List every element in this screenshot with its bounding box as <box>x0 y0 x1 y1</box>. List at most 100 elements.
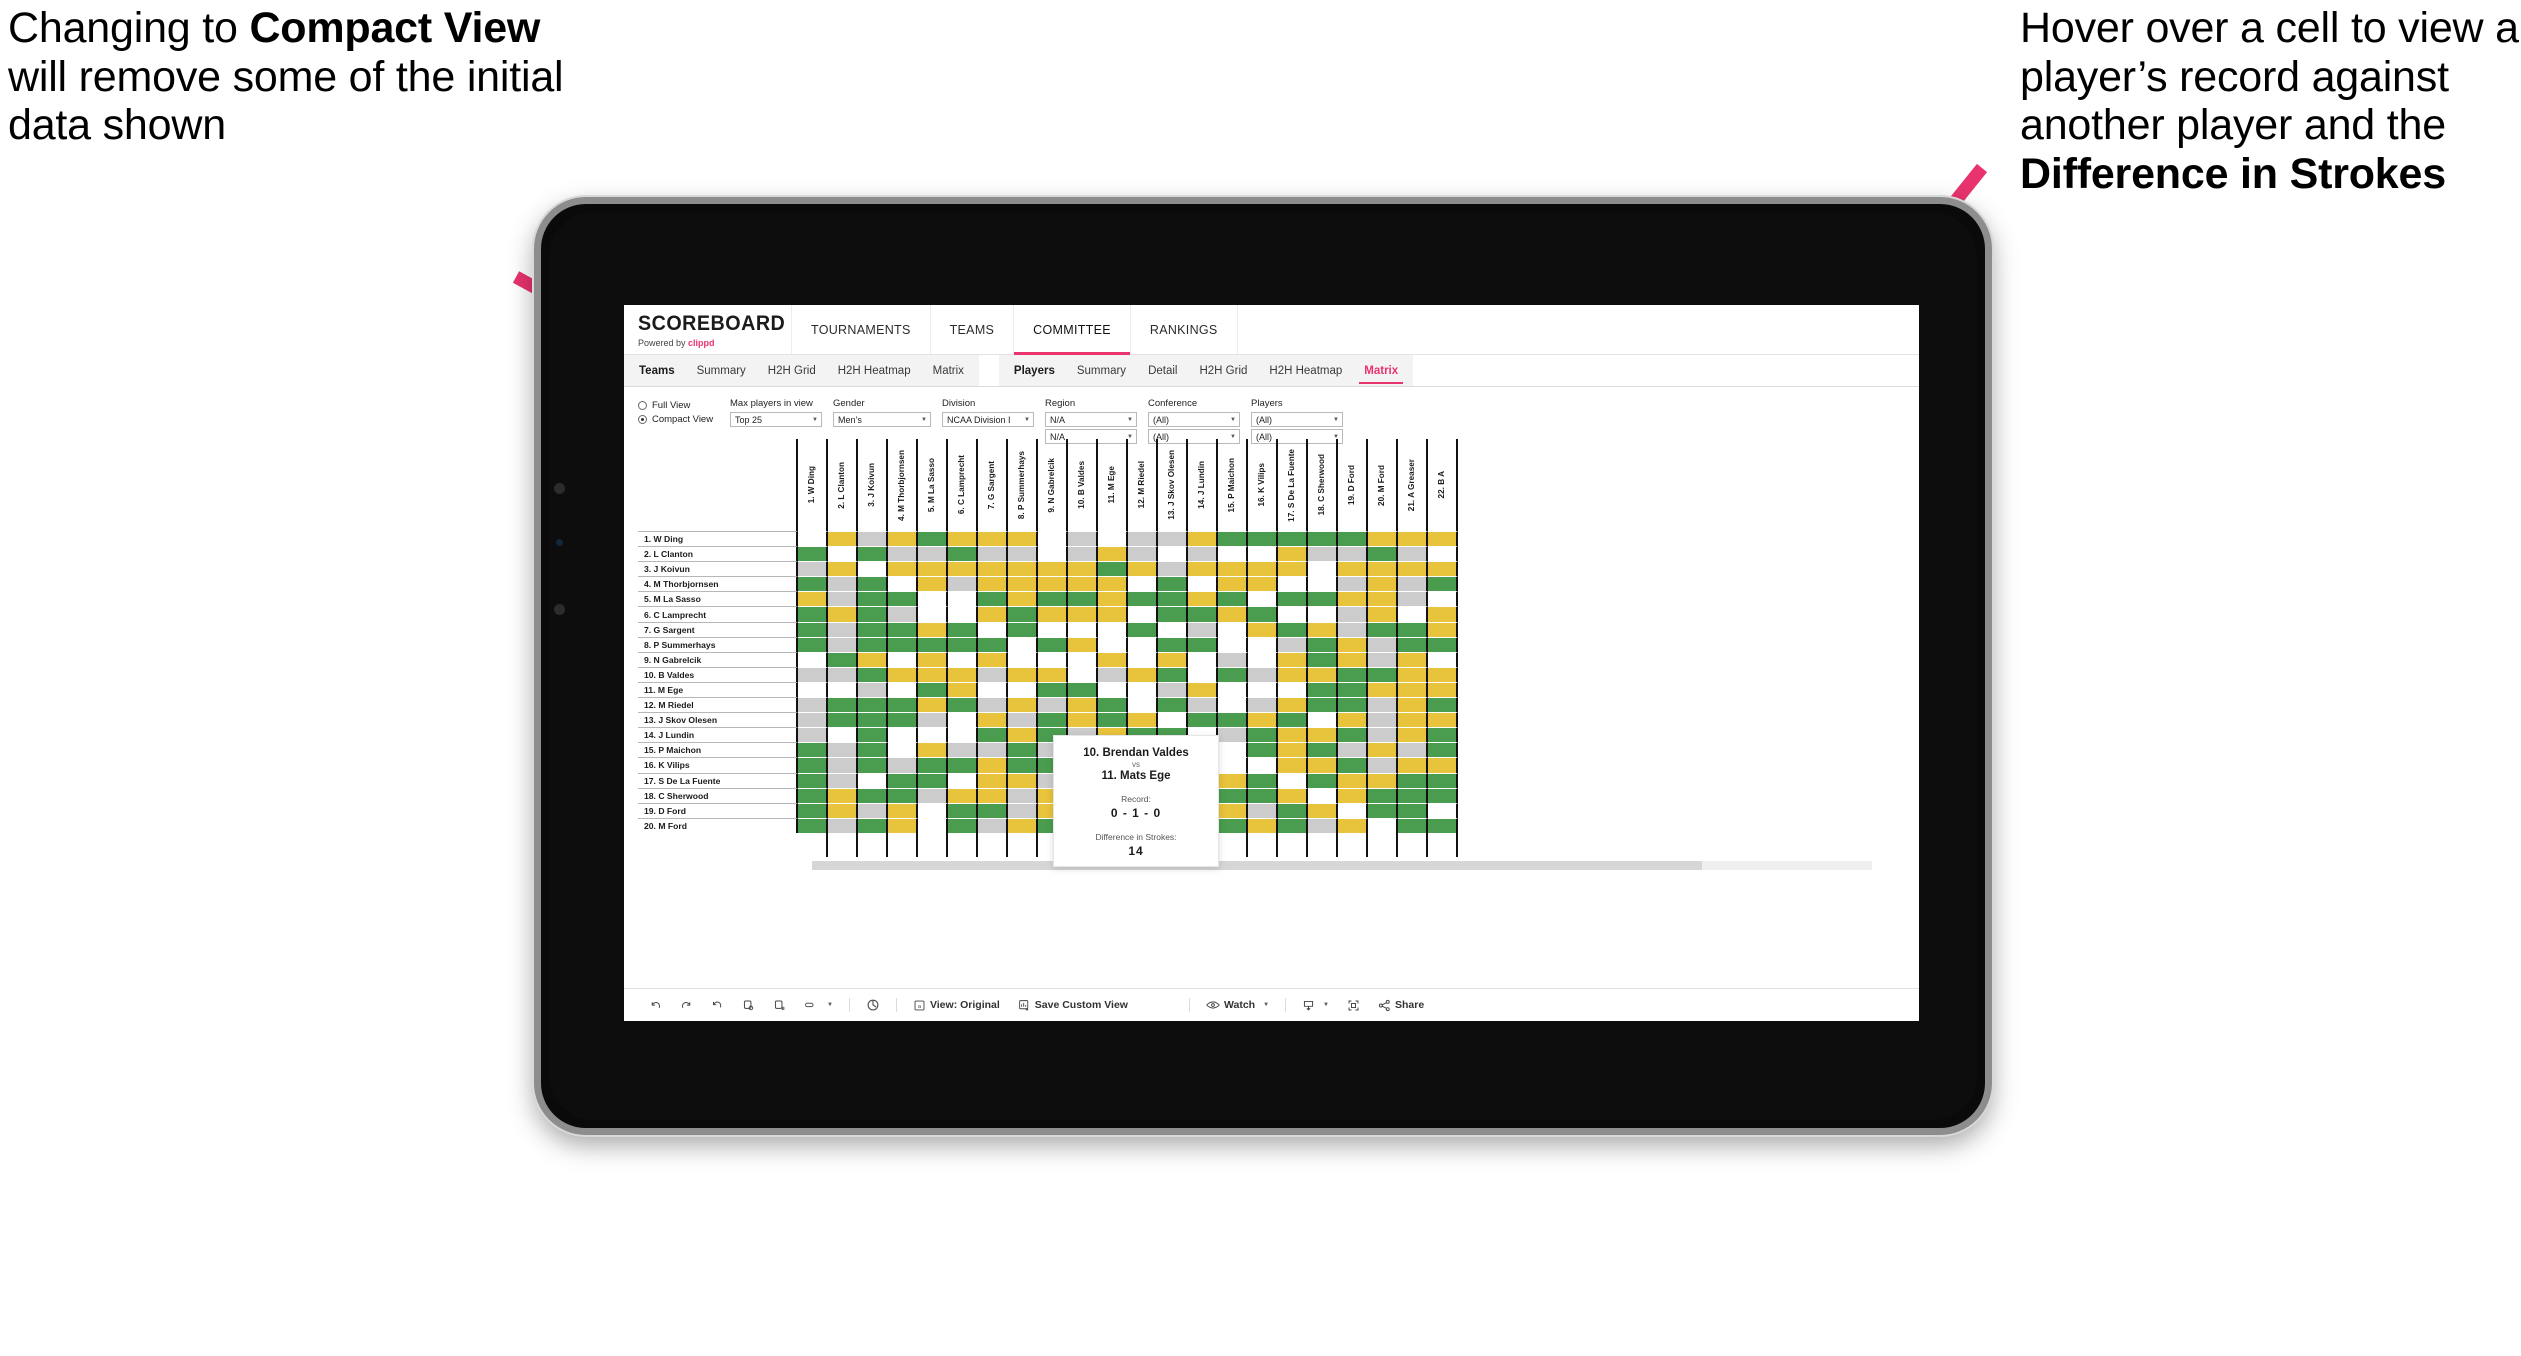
matrix-cell[interactable] <box>1008 817 1038 833</box>
matrix-cell[interactable] <box>1188 621 1218 637</box>
matrix-cell[interactable] <box>858 802 888 818</box>
brand-logo[interactable]: SCOREBOARD Powered by clippd <box>624 305 792 354</box>
matrix-cell[interactable] <box>1128 651 1158 667</box>
matrix-cell[interactable] <box>828 531 858 547</box>
matrix-cell[interactable] <box>1398 636 1428 652</box>
matrix-cell[interactable] <box>1248 681 1278 698</box>
matrix-cell[interactable] <box>1338 606 1368 622</box>
matrix-cell[interactable] <box>1158 712 1188 728</box>
matrix-cell[interactable] <box>1398 712 1428 728</box>
radio-full-view[interactable]: Full View <box>638 400 730 411</box>
matrix-cell[interactable] <box>858 712 888 728</box>
matrix-cell[interactable] <box>1338 802 1368 818</box>
matrix-cell[interactable] <box>1398 727 1428 743</box>
matrix-cell[interactable] <box>1008 546 1038 562</box>
matrix-cell[interactable] <box>1008 727 1038 743</box>
matrix-cell[interactable] <box>1338 531 1368 547</box>
matrix-cell[interactable] <box>1428 666 1458 682</box>
matrix-cell[interactable] <box>1338 546 1368 562</box>
matrix-cell[interactable] <box>1398 757 1428 773</box>
matrix-cell[interactable] <box>1158 651 1188 667</box>
matrix-cell[interactable] <box>918 772 948 788</box>
matrix-cell[interactable] <box>948 546 978 562</box>
matrix-cell[interactable] <box>1278 772 1308 788</box>
matrix-cell[interactable] <box>1158 546 1188 562</box>
subtab-players-h2h-grid[interactable]: H2H Grid <box>1188 355 1258 386</box>
max-players-select[interactable]: Top 25 ▼ <box>730 412 822 427</box>
matrix-cell[interactable] <box>1338 636 1368 652</box>
matrix-cell[interactable] <box>1428 697 1458 713</box>
matrix-cell[interactable] <box>1308 621 1338 637</box>
matrix-cell[interactable] <box>888 636 918 652</box>
matrix-cell[interactable] <box>1308 561 1338 577</box>
matrix-cell[interactable] <box>1428 817 1458 833</box>
matrix-cell[interactable] <box>1188 546 1218 562</box>
matrix-cell[interactable] <box>918 817 948 833</box>
watch-button[interactable]: Watch ▼ <box>1197 999 1278 1011</box>
matrix-cell[interactable] <box>1398 772 1428 788</box>
matrix-cell[interactable] <box>798 591 828 607</box>
matrix-cell[interactable] <box>828 802 858 818</box>
matrix-cell[interactable] <box>1338 772 1368 788</box>
matrix-cell[interactable] <box>1128 576 1158 592</box>
matrix-cell[interactable] <box>1038 576 1068 592</box>
matrix-cell[interactable] <box>1308 802 1338 818</box>
matrix-cell[interactable] <box>1248 802 1278 818</box>
matrix-cell[interactable] <box>978 636 1008 652</box>
matrix-cell[interactable] <box>948 802 978 818</box>
matrix-cell[interactable] <box>1128 712 1158 728</box>
matrix-cell[interactable] <box>888 757 918 773</box>
topnav-item-teams[interactable]: TEAMS <box>931 305 1015 354</box>
matrix-cell[interactable] <box>1398 787 1428 803</box>
matrix-cell[interactable] <box>948 591 978 607</box>
matrix-cell[interactable] <box>1248 666 1278 682</box>
matrix-cell[interactable] <box>1008 757 1038 773</box>
matrix-cell[interactable] <box>1398 802 1428 818</box>
matrix-cell[interactable] <box>1218 591 1248 607</box>
matrix-cell[interactable] <box>948 772 978 788</box>
matrix-cell[interactable] <box>1128 636 1158 652</box>
matrix-cell[interactable] <box>798 742 828 758</box>
matrix-cell[interactable] <box>1308 636 1338 652</box>
matrix-cell[interactable] <box>1128 666 1158 682</box>
matrix-cell[interactable] <box>828 757 858 773</box>
matrix-cell[interactable] <box>798 576 828 592</box>
matrix-cell[interactable] <box>1368 621 1398 637</box>
scrollbar-thumb[interactable] <box>812 860 1703 870</box>
matrix-cell[interactable] <box>858 561 888 577</box>
matrix-cell[interactable] <box>978 591 1008 607</box>
matrix-cell[interactable] <box>1278 787 1308 803</box>
matrix-cell[interactable] <box>1278 681 1308 698</box>
matrix-cell[interactable] <box>1248 531 1278 547</box>
matrix-cell[interactable] <box>798 546 828 562</box>
matrix-cell[interactable] <box>1428 561 1458 577</box>
matrix-cell[interactable] <box>948 606 978 622</box>
matrix-cell[interactable] <box>1158 697 1188 713</box>
matrix-cell[interactable] <box>1428 636 1458 652</box>
matrix-cell[interactable] <box>948 712 978 728</box>
matrix-cell[interactable] <box>1188 561 1218 577</box>
matrix-cell[interactable] <box>1098 561 1128 577</box>
matrix-cell[interactable] <box>1248 636 1278 652</box>
matrix-cell[interactable] <box>888 802 918 818</box>
topnav-item-rankings[interactable]: RANKINGS <box>1131 305 1238 354</box>
matrix-cell[interactable] <box>918 561 948 577</box>
matrix-cell[interactable] <box>798 666 828 682</box>
matrix-cell[interactable] <box>1338 712 1368 728</box>
subtab-teams-h2h-heatmap[interactable]: H2H Heatmap <box>827 355 922 386</box>
matrix-cell[interactable] <box>858 757 888 773</box>
matrix-cell[interactable] <box>1338 561 1368 577</box>
matrix-cell[interactable] <box>1188 697 1218 713</box>
matrix-cell[interactable] <box>1398 546 1428 562</box>
subtab-teams-summary[interactable]: Summary <box>686 355 757 386</box>
view-original-button[interactable]: a View: Original <box>904 999 1009 1012</box>
matrix-cell[interactable] <box>1398 681 1428 698</box>
matrix-cell[interactable] <box>1368 697 1398 713</box>
matrix-cell[interactable] <box>1218 802 1248 818</box>
subtab-players-detail[interactable]: Detail <box>1137 355 1188 386</box>
matrix-cell[interactable] <box>888 651 918 667</box>
matrix-cell[interactable] <box>1218 697 1248 713</box>
matrix-cell[interactable] <box>1338 681 1368 698</box>
matrix-cell[interactable] <box>1428 727 1458 743</box>
matrix-cell[interactable] <box>1308 591 1338 607</box>
